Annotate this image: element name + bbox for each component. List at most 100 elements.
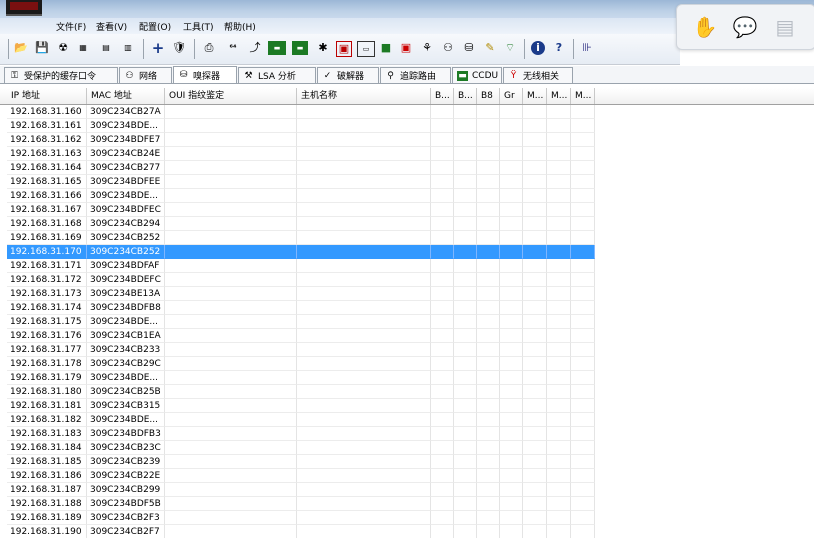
table-row[interactable]: 192.168.31.171 309C234BDFAF: [0, 259, 814, 273]
table-row[interactable]: 192.168.31.170 309C234CB252: [0, 245, 814, 259]
column-header-b1[interactable]: B...: [431, 88, 454, 104]
open-icon[interactable]: 📂: [14, 41, 28, 55]
wifi-icon[interactable]: ⌔: [503, 41, 517, 55]
table-row[interactable]: 192.168.31.161 309C234BDE...: [0, 119, 814, 133]
network-card-icon[interactable]: ▬: [268, 41, 286, 55]
column-header-hostname[interactable]: 主机名称: [297, 88, 431, 104]
chart-icon[interactable]: ⊪: [580, 41, 594, 55]
menu-config[interactable]: 配置(O): [139, 20, 171, 33]
ip-list-icon[interactable]: ▦: [76, 41, 90, 55]
column-header-gr[interactable]: Gr: [500, 88, 523, 104]
empty-cell: [571, 287, 595, 301]
b64-icon[interactable]: ⁶⁴: [226, 41, 240, 55]
table-row[interactable]: 192.168.31.175 309C234BDE...: [0, 315, 814, 329]
table-row[interactable]: 192.168.31.186 309C234CB22E: [0, 469, 814, 483]
empty-cell: [477, 371, 500, 385]
empty-cell: [477, 497, 500, 511]
chat-icon[interactable]: 💬: [733, 15, 758, 39]
terminal-icon[interactable]: ▭: [357, 41, 375, 57]
monitor-icon[interactable]: ■: [379, 41, 393, 55]
empty-cell: [500, 371, 523, 385]
menu-tools[interactable]: 工具(T): [183, 20, 214, 33]
table-row[interactable]: 192.168.31.177 309C234CB233: [0, 343, 814, 357]
empty-cell: [297, 119, 431, 133]
packet-icon[interactable]: ⛁: [462, 41, 476, 55]
ip-cell: 192.168.31.167: [7, 203, 87, 217]
tab-traceroute[interactable]: ⚲ 追踪路由: [380, 67, 451, 83]
tab-wireless[interactable]: Ÿ 无线相关: [503, 67, 573, 83]
empty-cell: [297, 427, 431, 441]
table-row[interactable]: 192.168.31.172 309C234BDEFC: [0, 273, 814, 287]
column-header-b8[interactable]: B8: [477, 88, 500, 104]
column-header-ip[interactable]: IP 地址: [7, 88, 87, 104]
empty-cell: [431, 217, 454, 231]
column-header-m2[interactable]: M...: [547, 88, 571, 104]
print-icon[interactable]: ⎙: [202, 41, 216, 55]
table-row[interactable]: 192.168.31.183 309C234BDFB3: [0, 427, 814, 441]
table-row[interactable]: 192.168.31.187 309C234CB299: [0, 483, 814, 497]
ip-card-icon[interactable]: ▬: [292, 41, 308, 55]
table-row[interactable]: 192.168.31.166 309C234BDE...: [0, 189, 814, 203]
table-row[interactable]: 192.168.31.174 309C234BDFB8: [0, 301, 814, 315]
table-row[interactable]: 192.168.31.178 309C234CB29C: [0, 357, 814, 371]
notes-icon[interactable]: ▤: [773, 15, 797, 39]
hand-icon[interactable]: ✋: [693, 15, 718, 39]
column-header-m1[interactable]: M...: [523, 88, 547, 104]
save-icon[interactable]: 💾: [35, 41, 49, 55]
antenna-icon[interactable]: ✱: [316, 41, 330, 55]
tree-icon[interactable]: ⚘: [420, 41, 434, 55]
column-header-m3[interactable]: M...: [571, 88, 595, 104]
mac-cell: 309C234CB29C: [87, 357, 165, 371]
shield-icon[interactable]: 🛡: [172, 41, 186, 55]
table-row[interactable]: 192.168.31.173 309C234BE13A: [0, 287, 814, 301]
table-row[interactable]: 192.168.31.160 309C234CB27A: [0, 105, 814, 119]
info-icon[interactable]: i: [531, 41, 545, 55]
table-row[interactable]: 192.168.31.165 309C234BDFEE: [0, 175, 814, 189]
table-row[interactable]: 192.168.31.189 309C234CB2F3: [0, 511, 814, 525]
column-header-b2[interactable]: B...: [454, 88, 477, 104]
empty-cell: [547, 343, 571, 357]
tab-label: LSA 分析: [258, 72, 296, 82]
bin-icon[interactable]: ▥: [121, 41, 135, 55]
empty-cell: [523, 119, 547, 133]
table-row[interactable]: 192.168.31.184 309C234CB23C: [0, 441, 814, 455]
table-row[interactable]: 192.168.31.182 309C234BDE...: [0, 413, 814, 427]
empty-cell: [297, 399, 431, 413]
add-icon[interactable]: +: [151, 41, 165, 56]
table-row[interactable]: 192.168.31.190 309C234CB2F7: [0, 525, 814, 538]
table-row[interactable]: 192.168.31.169 309C234CB252: [0, 231, 814, 245]
empty-cell: [500, 175, 523, 189]
tab-cracker[interactable]: ✓ 破解器: [317, 67, 379, 83]
table-row[interactable]: 192.168.31.181 309C234CB315: [0, 399, 814, 413]
record-icon[interactable]: ▣: [399, 41, 413, 55]
table-row[interactable]: 192.168.31.167 309C234BDFEC: [0, 203, 814, 217]
column-header-oui[interactable]: OUI 指纹鉴定: [165, 88, 297, 104]
empty-cell: [523, 315, 547, 329]
radiation-icon[interactable]: ☢: [56, 41, 70, 55]
users-icon[interactable]: ⚇: [441, 41, 455, 55]
table-row[interactable]: 192.168.31.180 309C234CB25B: [0, 385, 814, 399]
note-icon[interactable]: ✎: [483, 41, 497, 55]
menu-view[interactable]: 查看(V): [96, 20, 127, 33]
table-row[interactable]: 192.168.31.162 309C234BDFE7: [0, 133, 814, 147]
help-icon[interactable]: ?: [552, 41, 566, 55]
table-row[interactable]: 192.168.31.164 309C234CB277: [0, 161, 814, 175]
tab-lsa[interactable]: ⚒ LSA 分析: [238, 67, 316, 83]
table-row[interactable]: 192.168.31.188 309C234BDF5B: [0, 497, 814, 511]
tab-ccdu[interactable]: ▬ CCDU: [452, 67, 502, 83]
scan-icon[interactable]: ▣: [336, 41, 352, 57]
table-row[interactable]: 192.168.31.179 309C234BDE...: [0, 371, 814, 385]
table-row[interactable]: 192.168.31.168 309C234CB294: [0, 217, 814, 231]
menu-help[interactable]: 帮助(H): [224, 20, 256, 33]
tab-sniffer[interactable]: ⛁ 嗅探器: [173, 66, 237, 83]
tab-network[interactable]: ⚇ 网络: [119, 67, 172, 83]
hex-icon[interactable]: ▤: [99, 41, 113, 55]
column-header-mac[interactable]: MAC 地址: [87, 88, 165, 104]
table-row[interactable]: 192.168.31.176 309C234CB1EA: [0, 329, 814, 343]
route-icon[interactable]: ⤴: [248, 41, 262, 55]
table-row[interactable]: 192.168.31.163 309C234CB24E: [0, 147, 814, 161]
tab-cached-passwords[interactable]: ⚿ 受保护的缓存口令: [4, 67, 118, 83]
table-row[interactable]: 192.168.31.185 309C234CB239: [0, 455, 814, 469]
menu-file[interactable]: 文件(F): [56, 20, 86, 33]
mac-cell: 309C234CB299: [87, 483, 165, 497]
